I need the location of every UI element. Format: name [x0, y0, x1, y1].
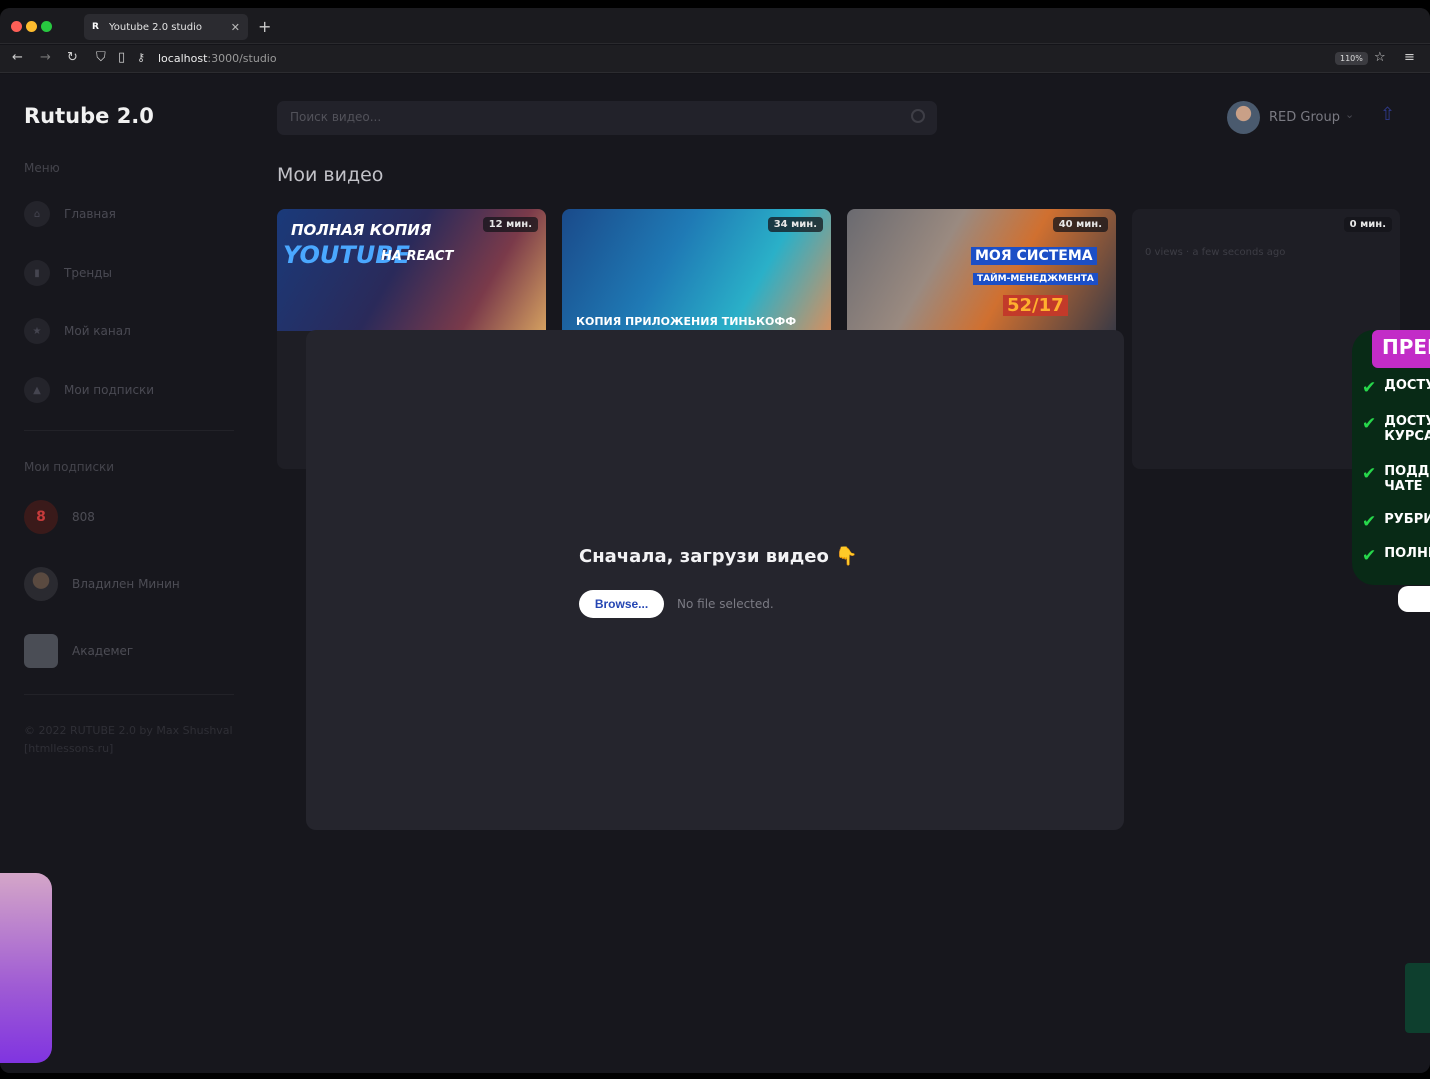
thumbnail-text: НА REACT — [381, 249, 454, 264]
subscription-name: Академег — [72, 644, 134, 658]
thumbnail-text: МОЯ СИСТЕМА — [971, 247, 1097, 265]
video-thumbnail: ПОЛНАЯ КОПИЯ YOUTUBE НА REACT 12 мин. — [277, 209, 546, 331]
modal-heading: Сначала, загрузи видео 👇 — [579, 546, 858, 567]
back-icon[interactable]: ← — [12, 51, 23, 65]
sidebar-item-subscriptions[interactable]: ▲ Мои подписки — [24, 377, 154, 403]
video-thumbnail: МОЯ СИСТЕМА ТАЙМ-МЕНЕДЖМЕНТА 52/17 40 ми… — [847, 209, 1116, 331]
new-tab-icon[interactable]: + — [258, 17, 271, 36]
star-icon: ★ — [24, 318, 50, 344]
promo-line: ✔ РУБРИ — [1362, 512, 1430, 532]
sidebar-item-label: Главная — [64, 207, 116, 221]
browser-window: R Youtube 2.0 studio ✕ + ← → ↻ ⛉ ▯ ⚷ loc… — [0, 8, 1430, 1073]
key-icon[interactable]: ⚷ — [137, 51, 145, 65]
menu-icon[interactable]: ≡ — [1404, 51, 1415, 65]
sidebar-item-label: Тренды — [64, 266, 112, 280]
sidebar-item-label: Мои подписки — [64, 383, 155, 397]
reload-icon[interactable]: ↻ — [67, 51, 78, 65]
file-status: No file selected. — [677, 597, 774, 611]
tab-bar: R Youtube 2.0 studio ✕ + — [0, 8, 1430, 44]
copyright: © 2022 RUTUBE 2.0 by Max Shushval [htmll… — [24, 724, 233, 755]
overlay-box — [1405, 963, 1430, 1033]
address-bar[interactable]: localhost:3000/studio — [158, 52, 277, 65]
navigation-bar: ← → ↻ ⛉ ▯ ⚷ localhost:3000/studio 110% ☆… — [0, 45, 1430, 73]
divider — [24, 430, 234, 431]
subscriptions-icon: ▲ — [24, 377, 50, 403]
page-title: Мои видео — [277, 164, 384, 186]
promo-line-text: ПОДДЕ ЧАТЕ — [1384, 464, 1430, 494]
video-thumbnail: КОПИЯ ПРИЛОЖЕНИЯ ТИНЬКОФФ БАНК 34 мин. — [562, 209, 831, 341]
divider — [24, 694, 234, 695]
close-window-button[interactable] — [11, 21, 22, 32]
duration-badge: 0 мин. — [1343, 217, 1392, 232]
checkmark-icon: ✔ — [1362, 414, 1377, 434]
subscription-item-808[interactable]: 8 808 — [24, 500, 95, 534]
forward-icon[interactable]: → — [40, 51, 51, 65]
avatar: 8 — [24, 500, 58, 534]
overlay-pill — [0, 873, 52, 1063]
browser-tab[interactable]: R Youtube 2.0 studio ✕ — [84, 14, 248, 40]
avatar — [24, 567, 58, 601]
checkmark-icon: ✔ — [1362, 546, 1377, 566]
duration-badge: 40 мин. — [1052, 217, 1108, 232]
promo-tab — [1398, 586, 1430, 612]
subscriptions-label: Мои подписки — [24, 460, 115, 474]
url-host: localhost — [158, 52, 208, 65]
minimize-window-button[interactable] — [26, 21, 37, 32]
zoom-badge[interactable]: 110% — [1335, 52, 1368, 65]
promo-line: ✔ ПОДДЕ ЧАТЕ — [1362, 464, 1430, 494]
checkmark-icon: ✔ — [1362, 512, 1377, 532]
upload-icon[interactable]: ⇧ — [1380, 104, 1395, 125]
sidebar-item-trends[interactable]: ▮ Тренды — [24, 260, 112, 286]
url-path: :3000/studio — [207, 52, 277, 65]
promo-line: ✔ ДОСТУ — [1362, 378, 1430, 398]
chart-icon: ▮ — [24, 260, 50, 286]
home-icon: ⌂ — [24, 201, 50, 227]
tab-title: Youtube 2.0 studio — [109, 21, 202, 33]
favicon-icon: R — [92, 22, 99, 32]
checkmark-icon: ✔ — [1362, 378, 1377, 398]
views-count: 0 views — [1145, 247, 1183, 258]
thumbnail-text: ТАЙМ-МЕНЕДЖМЕНТА — [973, 273, 1098, 285]
duration-badge: 34 мин. — [767, 217, 823, 232]
app-logo[interactable]: Rutube 2.0 — [24, 104, 154, 128]
user-name[interactable]: RED Group — [1269, 110, 1340, 125]
thumbnail-text: 52/17 — [1003, 295, 1068, 316]
page-icon[interactable]: ▯ — [118, 51, 125, 65]
promo-line-text: ДОСТУ — [1384, 378, 1430, 393]
duration-badge: 12 мин. — [482, 217, 538, 232]
checkmark-icon: ✔ — [1362, 464, 1377, 484]
video-meta: 0 views · a few seconds ago — [1145, 247, 1286, 258]
promo-line-text: ДОСТУ КУРСА — [1384, 414, 1430, 444]
sidebar-item-label: Мой канал — [64, 324, 131, 338]
search-input[interactable]: Поиск видео... — [277, 101, 937, 135]
maximize-window-button[interactable] — [41, 21, 52, 32]
promo-line: ✔ ПОЛНЫ — [1362, 546, 1430, 566]
bookmark-star-icon[interactable]: ☆ — [1374, 51, 1386, 65]
chevron-down-icon[interactable]: ⌄ — [1345, 108, 1354, 121]
promo-line-text: ПОЛНЫ — [1384, 546, 1430, 561]
subscription-name: Владилен Минин — [72, 577, 180, 591]
thumbnail-text: ПОЛНАЯ КОПИЯ — [291, 221, 432, 239]
sidebar-item-my-channel[interactable]: ★ Мой канал — [24, 318, 131, 344]
browse-button[interactable]: Browse... — [579, 590, 664, 618]
subscription-item-akademeg[interactable]: Академег — [24, 634, 133, 668]
upload-modal: Сначала, загрузи видео 👇 Browse... No fi… — [306, 330, 1124, 830]
sidebar-item-home[interactable]: ⌂ Главная — [24, 201, 116, 227]
close-tab-icon[interactable]: ✕ — [231, 21, 240, 34]
promo-header: ПРЕМ — [1372, 330, 1430, 368]
app-root: Rutube 2.0 Поиск видео... RED Group ⌄ ⇧ … — [0, 74, 1430, 1073]
search-placeholder: Поиск видео... — [290, 110, 382, 124]
subscription-item-minin[interactable]: Владилен Минин — [24, 567, 180, 601]
shield-icon[interactable]: ⛉ — [96, 51, 106, 65]
search-icon[interactable] — [911, 109, 925, 123]
promo-line: ✔ ДОСТУ КУРСА — [1362, 414, 1430, 444]
upload-date: a few seconds ago — [1192, 247, 1286, 258]
menu-label: Меню — [24, 161, 60, 175]
promo-line-text: РУБРИ — [1384, 512, 1430, 527]
avatar — [24, 634, 58, 668]
subscription-name: 808 — [72, 510, 95, 524]
avatar[interactable] — [1227, 101, 1260, 134]
